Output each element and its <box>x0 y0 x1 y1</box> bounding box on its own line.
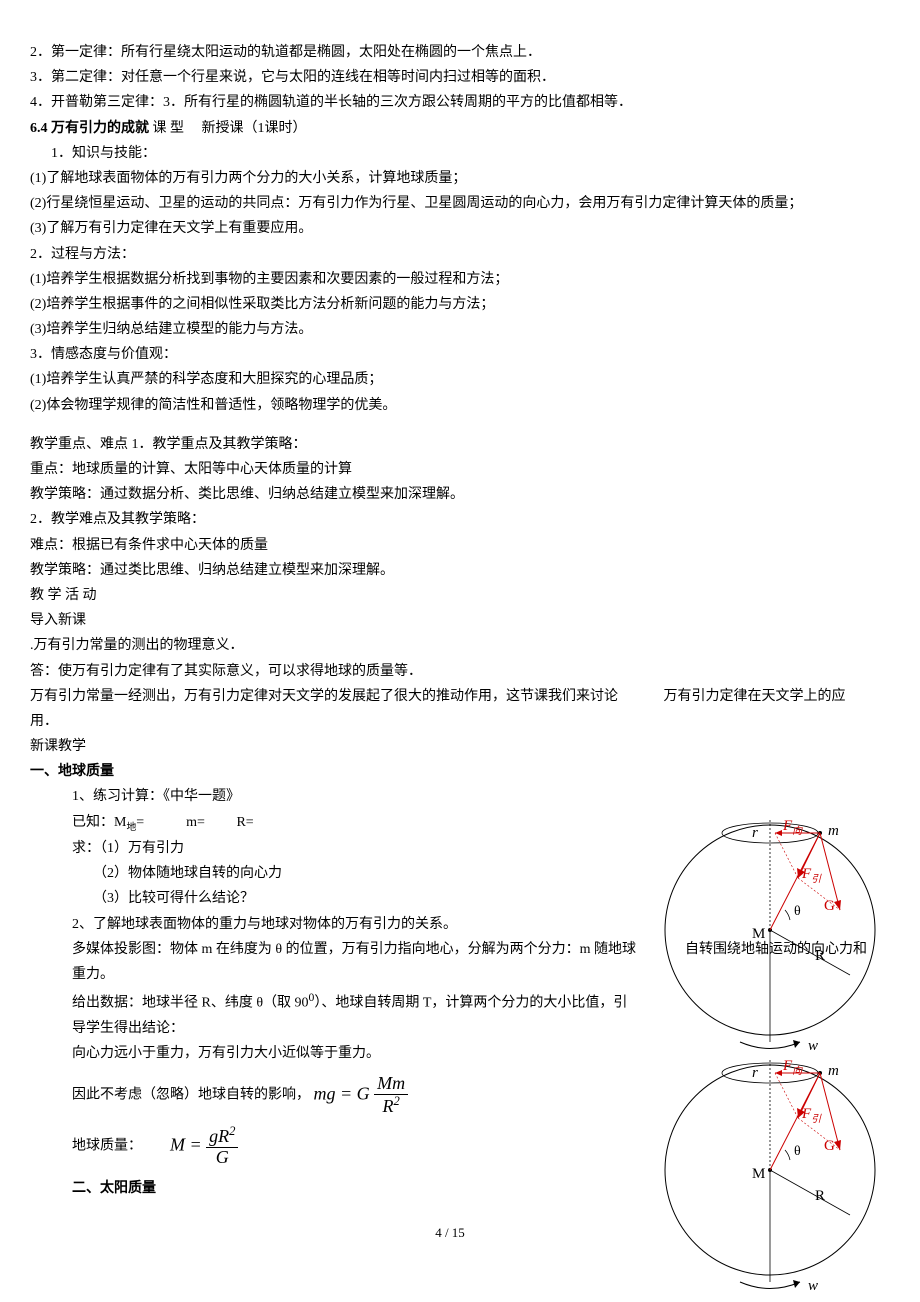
focus-p1: 重点：地球质量的计算、太阳等中心天体质量的计算 <box>30 457 870 482</box>
earth-p6: 因此不考虑（忽略）地球自转的影响， <box>72 1088 310 1103</box>
question: .万有引力常量的测出的物理意义． <box>30 633 870 658</box>
sphere-diagram-2: r F向 m F引 θ G M R w <box>640 1050 900 1299</box>
earth-p4: 给出数据：地球半径 R、纬度 θ（取 900）、地球自转周期 T，计算两个分力的… <box>30 987 632 1041</box>
d-M: M <box>752 926 765 942</box>
f2-den: G <box>206 1148 238 1168</box>
f2-num: gR2 <box>206 1125 238 1148</box>
d-G: G <box>824 898 835 914</box>
f1-frac: Mm R2 <box>374 1074 408 1117</box>
methods-2: (2)培养学生根据事件的之间相似性采取类比方法分析新问题的能力与方法； <box>30 292 870 317</box>
f1-den-sup: 2 <box>394 1094 400 1108</box>
given-R: R= <box>236 815 253 830</box>
methods-3: (3)培养学生归纳总结建立模型的能力与方法。 <box>30 317 870 342</box>
values-2: (2)体会物理学规律的简洁性和普适性，领略物理学的优美。 <box>30 393 870 418</box>
d2-r: r <box>752 1065 758 1081</box>
d-m: m <box>828 823 839 839</box>
d2-theta: θ <box>794 1144 801 1159</box>
f1-lhs: mg = G <box>314 1084 370 1104</box>
given-sub: 地 <box>126 821 136 832</box>
d-r: r <box>752 825 758 841</box>
intro-line-2: 3．第二定律：对任意一个行星来说，它与太阳的连线在相等时间内扫过相等的面积． <box>30 65 870 90</box>
sphere-svg-2: r F向 m F引 θ G M R w <box>640 1050 900 1290</box>
mass-label: 地球质量： <box>72 1139 142 1154</box>
given-label: 已知：M <box>72 815 126 830</box>
d2-m: m <box>828 1063 839 1079</box>
sphere-diagram-1: r F向 m F引 θ G M R w <box>640 810 900 1059</box>
f2-num-sup: 2 <box>229 1124 235 1138</box>
earth-p3-a: 多媒体投影图：物体 m 在纬度为 θ 的位置，万有引力指向地心，分解为两个分力：… <box>72 942 636 957</box>
focus-heading-1: 教学重点、难点 1．教学重点及其教学策略： <box>30 432 870 457</box>
focus-p3: 难点：根据已有条件求中心天体的质量 <box>30 533 870 558</box>
sphere-svg-1: r F向 m F引 θ G M R w <box>640 810 900 1050</box>
d2-M: M <box>752 1166 765 1182</box>
d2-Fx: F向 <box>782 1058 803 1077</box>
d-Fy: F引 <box>801 866 822 885</box>
heading-6-4-title: 6.4 万有引力的成就 <box>30 121 149 136</box>
d-Fx: F向 <box>782 818 803 837</box>
f1-den: R2 <box>374 1095 408 1117</box>
d-theta: θ <box>794 904 801 919</box>
values-heading: 3．情感态度与价值观： <box>30 342 870 367</box>
given-eq: = <box>136 815 144 830</box>
earth-mass-heading: 一、地球质量 <box>30 759 870 784</box>
heading-6-4: 6.4 万有引力的成就 课 型 新授课（1课时） <box>30 116 870 141</box>
intro-line-1: 2．第一定律：所有行星绕太阳运动的轨道都是椭圆，太阳处在椭圆的一个焦点上． <box>30 40 870 65</box>
intro-line-3: 4．开普勒第三定律：3．所有行星的椭圆轨道的半长轴的三次方跟公转周期的平方的比值… <box>30 90 870 115</box>
d2-w: w <box>808 1278 818 1290</box>
skills-heading: 1．知识与技能： <box>30 141 870 166</box>
f1-num: Mm <box>374 1074 408 1095</box>
f2-num-base: gR <box>209 1126 229 1146</box>
skills-1: (1)了解地球表面物体的万有引力两个分力的大小关系，计算地球质量； <box>30 166 870 191</box>
d-w: w <box>808 1038 818 1050</box>
formula-mg: mg = G Mm R2 <box>314 1074 409 1117</box>
activity-p1-a: 万有引力常量一经测出，万有引力定律对天文学的发展起了很大的推动作用，这节课我们来… <box>30 689 618 704</box>
values-1: (1)培养学生认真严禁的科学态度和大胆探究的心理品质； <box>30 367 870 392</box>
focus-heading-2: 2．教学难点及其教学策略： <box>30 507 870 532</box>
answer: 答：使万有引力定律有了其实际意义，可以求得地球的质量等． <box>30 659 870 684</box>
course-type-value: 新授课（1课时） <box>202 121 307 136</box>
course-type-label: 课 型 <box>153 121 185 136</box>
skills-3: (3)了解万有引力定律在天文学上有重要应用。 <box>30 216 870 241</box>
d2-Fy: F引 <box>801 1106 822 1125</box>
d-R: R <box>815 948 825 964</box>
formula-mass: M = gR2 G <box>170 1125 238 1168</box>
focus-p2: 教学策略：通过数据分析、类比思维、归纳总结建立模型来加深理解。 <box>30 482 870 507</box>
methods-heading: 2．过程与方法： <box>30 242 870 267</box>
activity-heading: 教 学 活 动 <box>30 583 870 608</box>
earth-p1: 1、练习计算：《中华一题》 <box>30 784 870 809</box>
focus-p4: 教学策略：通过类比思维、归纳总结建立模型来加深理解。 <box>30 558 870 583</box>
intro-heading: 导入新课 <box>30 608 870 633</box>
earth-p4-a: 给出数据：地球半径 R、纬度 θ（取 90 <box>72 996 309 1011</box>
d2-G: G <box>824 1138 835 1154</box>
f2-frac: gR2 G <box>206 1125 238 1168</box>
skills-2: (2)行星绕恒星运动、卫星的运动的共同点：万有引力作为行星、卫星圆周运动的向心力… <box>30 191 870 216</box>
methods-1: (1)培养学生根据数据分析找到事物的主要因素和次要因素的一般过程和方法； <box>30 267 870 292</box>
f2-lhs: M = <box>170 1134 202 1154</box>
page-content: 2．第一定律：所有行星绕太阳运动的轨道都是椭圆，太阳处在椭圆的一个焦点上． 3．… <box>30 40 870 1201</box>
f1-den-base: R <box>383 1096 394 1116</box>
d2-R: R <box>815 1188 825 1204</box>
activity-p1: 万有引力常量一经测出，万有引力定律对天文学的发展起了很大的推动作用，这节课我们来… <box>30 684 870 734</box>
new-lesson-heading: 新课教学 <box>30 734 870 759</box>
given-m: m= <box>186 815 205 830</box>
